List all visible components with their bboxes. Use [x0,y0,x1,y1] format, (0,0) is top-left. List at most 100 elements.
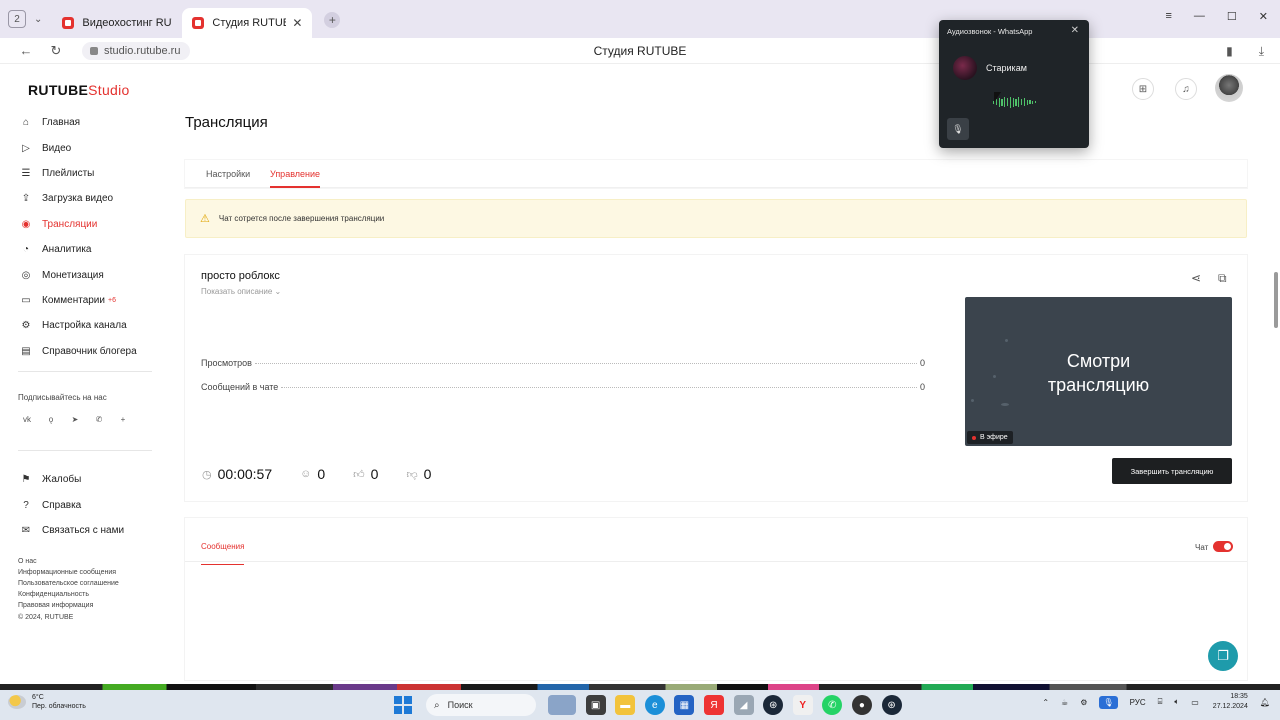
sidebar-item-home[interactable]: ⌂ Главная [20,110,160,135]
end-stream-button[interactable]: Завершить трансляцию [1112,458,1232,484]
steam-icon[interactable]: ⊛ [881,695,902,715]
telegram-icon[interactable]: ➤ [68,412,82,426]
footer-link-privacy[interactable]: Конфиденциальность [18,589,119,600]
chat-bubble-icon: ❐ [1217,648,1229,663]
rutube-favicon-icon [62,17,75,29]
footer-link-terms[interactable]: Пользовательское соглашение [18,578,119,589]
new-tab-icon[interactable]: + [324,12,341,28]
popup-close-icon[interactable]: ✕ [1071,25,1079,36]
tab-messages[interactable]: Сообщения [201,542,245,565]
sidebar-item-comments[interactable]: ▭ Комментарии +6 [20,288,160,313]
scrollbar-track[interactable] [1270,64,1280,684]
url-field[interactable]: studio.rutube.ru [82,41,191,60]
tab-management[interactable]: Управление [270,169,321,188]
more-icon[interactable]: + [116,412,130,426]
sidebar-nav: ⌂ Главная ▷ Видео ☰ Плейлисты ⇪ Загрузка вид… [20,110,160,364]
support-chat-button[interactable]: ❐ [1208,641,1238,671]
copyright: © 2024, RUTUBE [18,614,74,621]
window-close-icon[interactable]: ✕ [1259,10,1268,23]
notifications-bell-icon[interactable]: 🔔︎ [1260,698,1270,707]
sidebar-item-channel-settings[interactable]: ⚙ Настройка канала [20,313,160,338]
vk-icon[interactable]: vk [20,412,34,426]
video-icon: ▷ [22,142,30,154]
tab-count-badge[interactable]: 2 [8,10,26,28]
menu-icon[interactable]: ≡ [1165,10,1171,23]
browser-tab-rutube[interactable]: Видеохостинг RUTUBE. С [52,8,182,38]
sidebar-item-help[interactable]: ? Справка [20,492,160,517]
file-explorer-icon[interactable]: ▬ [615,695,636,715]
tab-settings[interactable]: Настройки [206,169,250,179]
sidebar-item-label: Плейлисты [42,167,95,179]
rutube-studio-logo[interactable]: RUTUBEStudio [28,82,130,98]
network-icon[interactable]: ⌸ [1158,697,1163,707]
share-icon[interactable]: ⋖ [1191,271,1201,285]
sidebar-item-analytics[interactable]: ◔ Аналитика [20,237,160,262]
create-icon[interactable]: ⊞ [1132,78,1154,100]
store-icon[interactable]: ▦ [674,695,695,715]
browser-tab-studio[interactable]: Студия RUTUBE ✕ [182,8,313,38]
sidebar-item-contact[interactable]: ✉ Связаться с нами [20,518,160,543]
sidebar-item-upload[interactable]: ⇪ Загрузка видео [20,186,160,211]
minimize-icon[interactable]: — [1194,10,1205,23]
microphone-icon[interactable]: 🎙︎ [947,118,969,140]
weather-widget[interactable]: 6°C Пер. облачность [8,693,86,711]
battery-icon[interactable]: ▭ [1191,698,1199,707]
taskbar-clock[interactable]: 18:35 27.12.2024 [1213,692,1248,712]
language-indicator[interactable]: РУС [1130,698,1146,707]
sidebar-item-label: Монетизация [42,269,104,281]
steam-icon[interactable]: ⊛ [763,695,784,715]
viewers-value: 0 [317,466,326,482]
mic-in-use-icon[interactable]: 🎙︎ [1099,695,1118,709]
download-icon[interactable]: ⤓ [1259,44,1264,59]
app-icon[interactable]: ◢ [733,695,754,715]
bookmark-icon[interactable]: ▮ [1226,44,1233,59]
windows-start-icon[interactable] [394,696,412,714]
back-icon[interactable]: ← [14,43,38,58]
sidebar-item-broadcasts[interactable]: ◉ Трансляции [20,212,160,237]
tray-chevron-icon[interactable]: ⌃ [1042,698,1049,707]
stream-preview[interactable]: Смотри трансляцию В эфире [965,297,1232,446]
contact-avatar [953,56,977,80]
tray-app-icon[interactable]: ☕ [1061,698,1068,707]
sidebar-item-blogger-guide[interactable]: ▤ Справочник блогера [20,339,160,364]
landscape-widget-icon[interactable] [548,695,576,715]
viber-icon[interactable]: ✆ [92,412,106,426]
scrollbar-thumb[interactable] [1274,272,1278,328]
sidebar-item-complaints[interactable]: ⚑ Жалобы [20,467,160,492]
external-link-icon[interactable]: ⧉ [1218,271,1227,286]
user-avatar[interactable] [1215,74,1243,102]
preview-caption: Смотри трансляцию [965,349,1232,397]
footer-link-about[interactable]: О нас [18,556,119,567]
notifications-icon[interactable]: ♫ [1175,78,1197,100]
volume-icon[interactable]: 🔈︎ [1174,697,1179,707]
taskbar-apps: ⌕ Поиск ▣ ▬ e ▦ Я ◢ ⊛ Y ✆ ● ⊛ [394,694,911,716]
sidebar-item-label: Справка [42,499,82,511]
maximize-icon[interactable]: ☐ [1227,10,1237,23]
whatsapp-call-popup[interactable]: Аудиозвонок - WhatsApp ✕ Старикам 🎙︎ [939,20,1089,148]
reload-icon[interactable]: ↻ [44,43,68,59]
chat-toggle[interactable] [1213,541,1233,552]
preview-line-2: трансляцию [1047,375,1150,395]
sidebar-item-playlists[interactable]: ☰ Плейлисты [20,161,160,186]
tab-list-chevron-icon[interactable]: ⌄ [34,14,42,25]
task-view-icon[interactable]: ▣ [585,695,606,715]
whatsapp-icon[interactable]: ✆ [822,695,843,715]
contact-name: Старикам [986,63,1027,73]
tab-close-icon[interactable]: ✕ [292,16,302,30]
live-dot-icon [972,435,976,440]
footer-link-legal[interactable]: Правовая информация [18,600,119,611]
ok-icon[interactable]: ǫ [44,412,58,426]
sidebar-item-video[interactable]: ▷ Видео [20,135,160,160]
weather-text: Пер. облачность [32,703,86,710]
footer-link-info[interactable]: Информационные сообщения [18,567,119,578]
edge-icon[interactable]: e [644,695,665,715]
page-title: Трансляция [185,114,268,131]
yandex-icon[interactable]: Я [703,695,724,715]
search-placeholder: Поиск [447,700,473,710]
show-description-toggle[interactable]: Показать описание ⌄ [201,287,281,296]
tray-app-icon[interactable]: ⚙ [1080,698,1087,707]
taskbar-search[interactable]: ⌕ Поиск [426,694,536,716]
obs-icon[interactable]: ● [851,695,872,715]
yandex-browser-icon[interactable]: Y [792,695,813,715]
sidebar-item-monetization[interactable]: ◎ Монетизация [20,262,160,287]
